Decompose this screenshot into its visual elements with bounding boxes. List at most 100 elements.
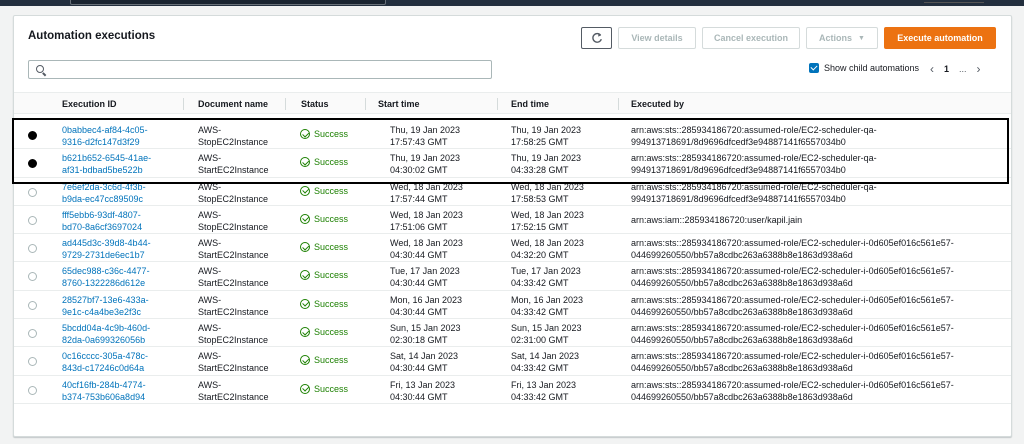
show-child-automations[interactable]: Show child automations: [809, 63, 919, 73]
row-radio-button[interactable]: [28, 187, 37, 197]
execution-id-line-1[interactable]: 0babbec4-af84-4c05-: [62, 124, 148, 136]
execution-id-line-1[interactable]: 65dec988-c36c-4477-: [62, 265, 150, 277]
table-row[interactable]: 0c16cccc-305a-478c- 843d-c17246c0d64a AWS-…: [14, 347, 1011, 376]
execution-id-line-2[interactable]: b9da-ec47cc89509c: [62, 193, 146, 205]
execution-id-line-2[interactable]: 843d-c17246c0d64a: [62, 362, 148, 374]
execution-id-line-2[interactable]: 9e1c-c4a4be3e2f3c: [62, 306, 149, 318]
chevron-left-icon[interactable]: ‹: [930, 62, 934, 76]
table-row[interactable]: 40cf16fb-284b-4774- b374-753b606a8d94 AWS-…: [14, 376, 1011, 404]
execution-id-line-1[interactable]: 0c16cccc-305a-478c-: [62, 350, 148, 362]
document-name-line-1: AWS-: [198, 351, 222, 362]
execution-id-link[interactable]: 40cf16fb-284b-4774- b374-753b606a8d94: [62, 379, 146, 403]
start-time-clock: 04:30:44 GMT: [390, 391, 448, 402]
end-time: Fri, 13 Jan 2023 04:33:42 GMT: [511, 379, 576, 403]
column-header-end-time[interactable]: End time: [511, 93, 549, 115]
execution-id-link[interactable]: 5bcdd04a-4c9b-460d- 82da-0a699326056b: [62, 322, 150, 346]
success-check-icon: [300, 213, 310, 224]
column-header-start-time[interactable]: Start time: [378, 93, 420, 115]
execution-id-line-1[interactable]: b621b652-6545-41ae-: [62, 152, 151, 164]
execution-id-line-2[interactable]: 9316-d2fc147d3f29: [62, 136, 148, 148]
table-row[interactable]: fff5ebb6-93df-4807- bd70-8a6cf3697024 AWS-…: [14, 206, 1011, 235]
table-row[interactable]: 28527bf7-13e6-433a- 9e1c-c4a4be3e2f3c AWS-…: [14, 291, 1011, 320]
start-time: Thu, 19 Jan 2023 17:57:43 GMT: [390, 124, 460, 148]
end-time: Sat, 14 Jan 2023 04:33:42 GMT: [511, 350, 579, 374]
end-time-clock: 04:33:42 GMT: [511, 278, 569, 289]
execution-id-link[interactable]: 28527bf7-13e6-433a- 9e1c-c4a4be3e2f3c: [62, 294, 149, 318]
start-time-date: Thu, 19 Jan 2023: [390, 125, 461, 135]
row-radio-button[interactable]: [28, 357, 37, 367]
execution-id-line-2[interactable]: 82da-0a699326056b: [62, 334, 150, 346]
end-time-clock: 17:52:15 GMT: [511, 221, 569, 232]
column-divider: [285, 98, 286, 110]
row-radio-button[interactable]: [28, 131, 37, 140]
execution-id-line-1[interactable]: ad445d3c-39d8-4b44-: [62, 237, 151, 249]
table-row[interactable]: 65dec988-c36c-4477- 8760-1322286d612e AWS-…: [14, 262, 1011, 291]
executed-by-line-1: arn:aws:iam::285934186720:user/kapil.jai…: [631, 214, 803, 225]
column-header-execution-id[interactable]: Execution ID: [62, 93, 117, 115]
start-time: Sat, 14 Jan 2023 04:30:44 GMT: [390, 350, 458, 374]
row-radio-button[interactable]: [28, 159, 37, 169]
execution-id-link[interactable]: fff5ebb6-93df-4807- bd70-8a6cf3697024: [62, 209, 142, 233]
execution-id-line-2[interactable]: bd70-8a6cf3697024: [62, 221, 142, 233]
execution-id-line-1[interactable]: 28527bf7-13e6-433a-: [62, 294, 149, 306]
execute-automation-button[interactable]: Execute automation: [884, 27, 996, 49]
column-header-executed-by[interactable]: Executed by: [631, 93, 684, 115]
row-radio-button[interactable]: [28, 215, 37, 225]
start-time: Sun, 15 Jan 2023 02:30:18 GMT: [390, 322, 461, 346]
row-radio-button[interactable]: [28, 329, 37, 339]
status-label: Success: [314, 270, 349, 281]
view-details-button[interactable]: View details: [618, 27, 696, 49]
column-divider: [365, 98, 366, 110]
search-input[interactable]: [51, 63, 481, 76]
row-radio-button[interactable]: [28, 300, 37, 310]
table-row[interactable]: 7e6ef2da-3c6d-4f3b-b9da-ec47cc89509c AWS-…: [14, 178, 1011, 206]
table-row[interactable]: b621b652-6545-41ae-af31-bdbad5be522b AWS-…: [14, 149, 1011, 178]
page-number[interactable]: 1: [944, 64, 949, 74]
table-row[interactable]: ad445d3c-39d8-4b44- 9729-2731de6ec1b7 AWS-…: [14, 234, 1011, 263]
execution-id-link[interactable]: 7e6ef2da-3c6d-4f3b-b9da-ec47cc89509c: [62, 181, 146, 205]
executed-by-line-1: arn:aws:sts::285934186720:assumed-role/E…: [631, 153, 877, 164]
execution-id-line-2[interactable]: 8760-1322286d612e: [62, 277, 150, 289]
executed-by: arn:aws:sts::285934186720:assumed-role/E…: [631, 265, 954, 289]
row-radio-button[interactable]: [28, 244, 37, 254]
document-name-line-2: StartEC2Instance: [198, 278, 269, 289]
end-time-date: Sun, 15 Jan 2023: [511, 323, 582, 334]
document-name: AWS- StartEC2Instance: [198, 294, 269, 318]
account-menu[interactable]: [924, 0, 984, 3]
document-name-line-2: StopEC2Instance: [198, 137, 269, 147]
execution-id-line-1[interactable]: 40cf16fb-284b-4774-: [62, 379, 146, 391]
execution-id-link[interactable]: 65dec988-c36c-4477- 8760-1322286d612e: [62, 265, 150, 289]
execution-id-line-2[interactable]: b374-753b606a8d94: [62, 391, 146, 403]
execution-id-line-1[interactable]: fff5ebb6-93df-4807-: [62, 209, 142, 221]
row-radio-button[interactable]: [28, 272, 37, 282]
success-check-icon: [300, 298, 310, 309]
execution-id-link[interactable]: ad445d3c-39d8-4b44- 9729-2731de6ec1b7: [62, 237, 151, 261]
search-field[interactable]: [28, 60, 492, 79]
end-time: Thu, 19 Jan 2023 04:33:28 GMT: [511, 152, 581, 176]
column-header-status[interactable]: Status: [301, 93, 329, 115]
console-search-box[interactable]: [70, 0, 386, 5]
execution-id-link[interactable]: 0babbec4-af84-4c05- 9316-d2fc147d3f29: [62, 124, 148, 148]
chevron-right-icon[interactable]: ›: [977, 62, 981, 76]
start-time-date: Wed, 18 Jan 2023: [390, 209, 463, 220]
execution-id-line-1[interactable]: 7e6ef2da-3c6d-4f3b-: [62, 181, 146, 193]
execution-id-line-1[interactable]: 5bcdd04a-4c9b-460d-: [62, 322, 150, 334]
execution-id-line-2[interactable]: af31-bdbad5be522b: [62, 164, 151, 176]
start-time-clock: 04:30:44 GMT: [390, 278, 448, 289]
end-time-date: Fri, 13 Jan 2023: [511, 379, 577, 390]
execution-id-line-2[interactable]: 9729-2731de6ec1b7: [62, 249, 151, 261]
row-radio-button[interactable]: [28, 385, 37, 395]
end-time: Wed, 18 Jan 2023 17:52:15 GMT: [511, 209, 584, 233]
table-row[interactable]: 5bcdd04a-4c9b-460d- 82da-0a699326056b AWS-…: [14, 319, 1011, 348]
column-header-document-name[interactable]: Document name: [198, 93, 268, 115]
show-child-checkbox[interactable]: [809, 63, 819, 73]
cancel-execution-button[interactable]: Cancel execution: [702, 27, 800, 49]
execution-id-link[interactable]: 0c16cccc-305a-478c- 843d-c17246c0d64a: [62, 350, 148, 374]
actions-dropdown[interactable]: Actions ▼: [806, 27, 878, 49]
refresh-button[interactable]: [581, 27, 612, 49]
table-row[interactable]: 0babbec4-af84-4c05- 9316-d2fc147d3f29 AWS-…: [14, 121, 1011, 150]
end-time: Wed, 18 Jan 2023 04:32:20 GMT: [511, 237, 584, 261]
start-time-date: Wed, 18 Jan 2023: [390, 181, 463, 192]
end-time-date: Wed, 18 Jan 2023: [511, 238, 584, 249]
execution-id-link[interactable]: b621b652-6545-41ae-af31-bdbad5be522b: [62, 152, 151, 176]
